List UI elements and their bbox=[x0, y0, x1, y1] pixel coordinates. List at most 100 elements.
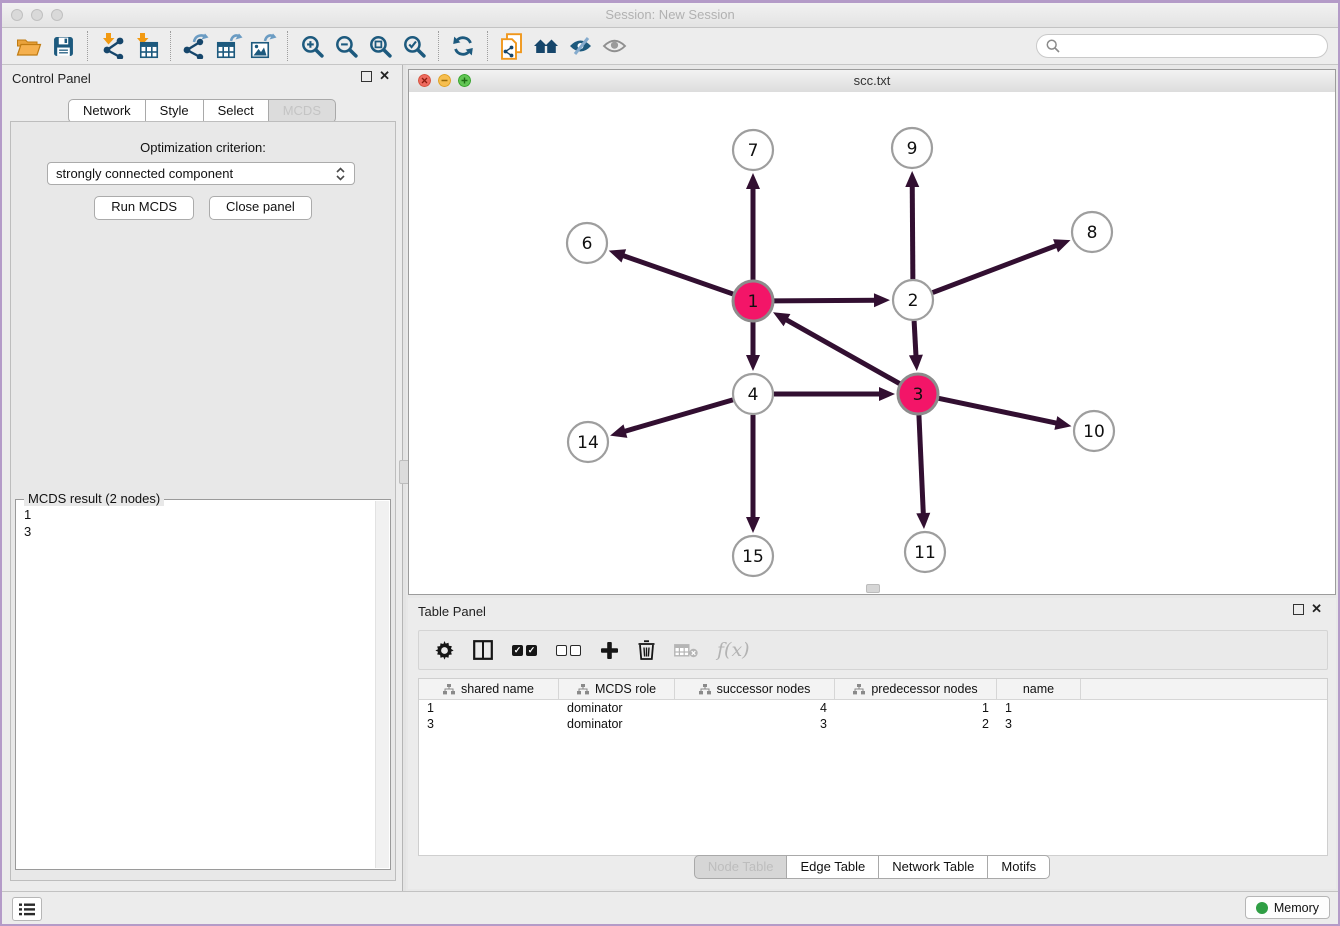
zoom-fit-button[interactable] bbox=[363, 31, 397, 61]
column-selector-button[interactable] bbox=[473, 640, 493, 660]
network-window-resize-grip[interactable] bbox=[866, 584, 880, 593]
network-window-titlebar: scc.txt bbox=[409, 70, 1335, 93]
table-row[interactable]: 3dominator323 bbox=[419, 716, 1327, 732]
open-network-file-button[interactable] bbox=[495, 31, 529, 61]
chevron-up-down-icon bbox=[335, 167, 346, 181]
tab-mcds[interactable]: MCDS bbox=[269, 99, 336, 123]
graph-edge-2-3[interactable] bbox=[914, 321, 916, 359]
zoom-out-button[interactable] bbox=[329, 31, 363, 61]
search-input[interactable] bbox=[1066, 38, 1318, 55]
hide-panel-button[interactable] bbox=[563, 31, 597, 61]
home-button[interactable] bbox=[529, 31, 563, 61]
column-header-successor-nodes[interactable]: successor nodes bbox=[675, 679, 835, 699]
delete-table-icon bbox=[674, 643, 698, 658]
column-header-predecessor-nodes[interactable]: predecessor nodes bbox=[835, 679, 997, 699]
network-graph: 7968124310141511 bbox=[409, 92, 1335, 594]
column-header-name[interactable]: name bbox=[997, 679, 1081, 699]
export-table-button[interactable] bbox=[212, 31, 246, 61]
zoom-selected-button[interactable] bbox=[397, 31, 431, 61]
import-table-button[interactable] bbox=[129, 31, 163, 61]
graph-edge-2-8[interactable] bbox=[933, 244, 1060, 292]
table-cell: dominator bbox=[559, 700, 675, 716]
result-scrollbar[interactable] bbox=[375, 501, 389, 868]
close-panel-icon[interactable]: ✕ bbox=[379, 69, 390, 83]
graph-edge-3-1[interactable] bbox=[783, 318, 899, 384]
mcds-result-list: 13 bbox=[24, 506, 370, 865]
zoom-fit-icon bbox=[369, 35, 392, 58]
graph-edge-2-9[interactable] bbox=[912, 183, 913, 279]
graph-edge-3-10[interactable] bbox=[939, 398, 1060, 423]
graph-node-label: 15 bbox=[742, 547, 764, 567]
tab-node-table[interactable]: Node Table bbox=[694, 855, 788, 879]
search-field[interactable] bbox=[1036, 34, 1328, 58]
app-window: Session: New Session bbox=[2, 3, 1338, 924]
tab-network-table[interactable]: Network Table bbox=[879, 855, 988, 879]
graph-edge-arrowhead bbox=[610, 424, 627, 437]
tab-network[interactable]: Network bbox=[68, 99, 146, 123]
column-header-MCDS-role[interactable]: MCDS role bbox=[559, 679, 675, 699]
mcds-buttons-row: Run MCDS Close panel bbox=[11, 196, 395, 220]
column-header-label: MCDS role bbox=[595, 682, 656, 696]
task-history-button[interactable] bbox=[12, 897, 42, 921]
settings-gear-button[interactable] bbox=[435, 641, 454, 660]
tab-style[interactable]: Style bbox=[146, 99, 204, 123]
table-cell: 1 bbox=[835, 700, 997, 716]
graph-node-label: 10 bbox=[1083, 422, 1105, 442]
graph-edge-1-6[interactable] bbox=[620, 255, 733, 295]
network-file-icon bbox=[500, 33, 525, 60]
tab-select[interactable]: Select bbox=[204, 99, 269, 123]
float-table-panel-icon[interactable] bbox=[1293, 604, 1304, 615]
window-title: Session: New Session bbox=[2, 7, 1338, 22]
show-panel-button[interactable] bbox=[597, 31, 631, 61]
function-builder-button[interactable]: f(x) bbox=[717, 639, 750, 661]
checked-checkbox-icon: ✓ bbox=[512, 645, 523, 656]
graph-edge-3-11[interactable] bbox=[919, 415, 924, 517]
toolbar-separator bbox=[170, 31, 171, 61]
network-canvas[interactable]: 7968124310141511 bbox=[409, 92, 1335, 594]
graph-edge-1-2[interactable] bbox=[774, 300, 878, 301]
toolbar-separator bbox=[487, 31, 488, 61]
add-row-button[interactable] bbox=[600, 641, 619, 660]
export-network-button[interactable] bbox=[178, 31, 212, 61]
toolbar-separator bbox=[287, 31, 288, 61]
graph-node-label: 3 bbox=[913, 385, 924, 405]
select-all-button[interactable]: ✓ ✓ bbox=[512, 645, 537, 656]
graph-node-label: 4 bbox=[748, 385, 759, 405]
column-header-shared-name[interactable]: shared name bbox=[419, 679, 559, 699]
network-view-window: scc.txt 7968124310141511 bbox=[408, 69, 1336, 595]
export-image-button[interactable] bbox=[246, 31, 280, 61]
export-network-icon bbox=[181, 33, 209, 59]
save-session-button[interactable] bbox=[46, 31, 80, 61]
close-panel-button[interactable]: Close panel bbox=[209, 196, 312, 220]
delete-table-button[interactable] bbox=[674, 643, 698, 658]
close-table-panel-icon[interactable]: ✕ bbox=[1311, 602, 1322, 616]
network-window-title: scc.txt bbox=[409, 73, 1335, 88]
graph-edge-4-14[interactable] bbox=[622, 400, 733, 432]
table-tabs: Node TableEdge TableNetwork TableMotifs bbox=[408, 855, 1336, 879]
open-session-button[interactable] bbox=[12, 31, 46, 61]
memory-button[interactable]: Memory bbox=[1245, 896, 1330, 919]
tab-edge-table[interactable]: Edge Table bbox=[787, 855, 879, 879]
dropdown-selected-value: strongly connected component bbox=[56, 166, 335, 181]
column-header-label: name bbox=[1023, 682, 1054, 696]
table-row[interactable]: 1dominator411 bbox=[419, 700, 1327, 716]
control-panel-title: Control Panel bbox=[12, 71, 91, 86]
graph-edge-arrowhead bbox=[746, 355, 760, 371]
plus-icon bbox=[600, 641, 619, 660]
optimization-criterion-dropdown[interactable]: strongly connected component bbox=[47, 162, 355, 185]
zoom-selected-icon bbox=[403, 35, 426, 58]
tab-motifs[interactable]: Motifs bbox=[988, 855, 1050, 879]
import-table-icon bbox=[133, 33, 159, 59]
table-cell: 1 bbox=[997, 700, 1081, 716]
graph-edge-arrowhead bbox=[746, 517, 760, 533]
float-panel-icon[interactable] bbox=[361, 71, 372, 82]
run-mcds-button[interactable]: Run MCDS bbox=[94, 196, 194, 220]
delete-row-button[interactable] bbox=[638, 640, 655, 660]
import-network-button[interactable] bbox=[95, 31, 129, 61]
refresh-view-button[interactable] bbox=[446, 31, 480, 61]
column-header-label: predecessor nodes bbox=[871, 682, 977, 696]
table-cell: 4 bbox=[675, 700, 835, 716]
mcds-result-line: 3 bbox=[24, 523, 370, 540]
zoom-in-button[interactable] bbox=[295, 31, 329, 61]
deselect-all-button[interactable] bbox=[556, 645, 581, 656]
